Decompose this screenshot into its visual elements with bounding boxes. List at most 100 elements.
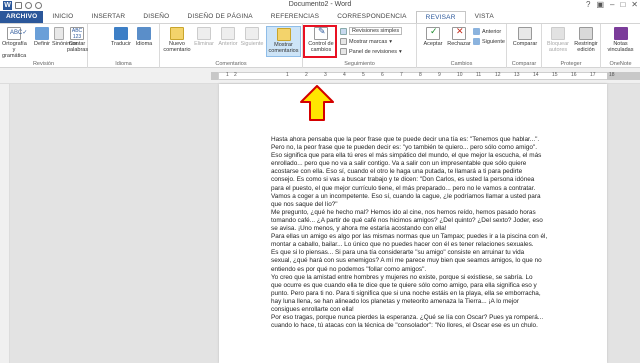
ruler-number: 7 xyxy=(400,72,403,78)
new-comment-icon xyxy=(170,27,184,40)
horizontal-ruler[interactable]: 1 2 1 2 3 4 5 6 7 8 9 10 11 12 13 14 15 … xyxy=(0,68,640,84)
document-line: Para ellas un amigo es algo por las mism… xyxy=(271,233,548,241)
delete-comment-icon xyxy=(197,27,211,40)
document-line: cuando lo hace, tú atacas con la técnica… xyxy=(271,322,538,330)
group-label-idioma: Idioma xyxy=(115,61,132,67)
document-area: Hasta ahora pensaba que la peor frase qu… xyxy=(0,84,640,363)
tab-vista[interactable]: VISTA xyxy=(466,11,503,23)
linked-notes-button[interactable]: Notas vinculadas xyxy=(604,27,637,53)
document-line: montar a caballo, bailar... Lo único que… xyxy=(271,241,534,249)
ruler-number: 2 xyxy=(305,72,308,78)
document-line: tomando café... ¿A partir de qué café no… xyxy=(271,216,543,224)
help-icon[interactable]: ? xyxy=(586,0,590,9)
new-comment-button[interactable]: Nuevo comentario xyxy=(163,27,191,53)
vertical-ruler[interactable] xyxy=(0,84,10,363)
ruler-bar xyxy=(218,72,608,80)
tab-correspondencia[interactable]: CORRESPONDENCIA xyxy=(328,11,415,23)
review-mode-select[interactable]: Revisiones simples xyxy=(349,27,403,35)
next-comment-icon xyxy=(245,27,259,40)
ruler-number: 2 xyxy=(234,72,237,78)
spelling-icon: ABC✓ xyxy=(7,27,27,40)
highlight-box xyxy=(303,25,337,58)
group-comentarios: Nuevo comentario Eliminar Anterior Sigui… xyxy=(160,24,303,68)
reject-icon: ✕ xyxy=(452,27,466,40)
reject-button[interactable]: ✕ Rechazar xyxy=(447,27,471,48)
translate-button[interactable]: Traducir xyxy=(110,27,132,47)
document-page[interactable]: Hasta ahora pensaba que la peor frase qu… xyxy=(219,84,607,363)
delete-comment-button[interactable]: Eliminar xyxy=(193,27,215,47)
document-line: Yo creo que la amistad entre hombres y m… xyxy=(271,273,533,281)
restrict-editing-button[interactable]: Restringir edición xyxy=(572,27,600,53)
tab-diseno-pagina[interactable]: DISEÑO DE PÁGINA xyxy=(178,11,261,23)
tab-revisar[interactable]: REVISAR xyxy=(415,11,466,23)
ribbon: ABC✓ Ortografía y gramática Definir Sinó… xyxy=(0,23,640,68)
group-label-comentarios: Comentarios xyxy=(215,61,247,67)
group-label-onenote: OneNote xyxy=(609,61,632,67)
reviewing-pane-button[interactable]: Panel de revisiones ▾ xyxy=(340,48,402,55)
group-cambios: ✓ Aceptar ✕ Rechazar Anterior Siguiente … xyxy=(417,24,507,68)
document-line: que ocurre es que cuando ella te dice qu… xyxy=(271,281,537,289)
group-label-comparar: Comparar xyxy=(511,61,537,67)
document-line: para el puesto, el que mejor currículo t… xyxy=(271,184,536,192)
group-revision: ABC✓ Ortografía y gramática Definir Sinó… xyxy=(0,24,88,68)
document-line: Hasta ahora pensaba que la peor frase qu… xyxy=(271,136,540,143)
spelling-button[interactable]: ABC✓ Ortografía y gramática xyxy=(2,27,27,59)
ruler-number: 1 xyxy=(226,72,229,78)
ribbon-options-icon[interactable]: ▣ xyxy=(596,0,604,9)
accept-button[interactable]: ✓ Aceptar xyxy=(421,27,445,48)
compare-button[interactable]: Comparar xyxy=(511,27,539,47)
next-comment-button[interactable]: Siguiente xyxy=(240,27,264,47)
tab-diseno[interactable]: DISEÑO xyxy=(134,11,178,23)
block-authors-icon xyxy=(551,27,565,40)
close-icon[interactable]: ✕ xyxy=(631,0,638,9)
title-bar: W Documento2 - Word ? ▣ – □ ✕ xyxy=(0,0,640,11)
compare-icon xyxy=(518,27,532,40)
ruler-number: 11 xyxy=(476,72,482,78)
block-authors-button[interactable]: Bloquear autores xyxy=(544,27,572,53)
ruler-number: 3 xyxy=(324,72,327,78)
next-change-icon xyxy=(473,38,480,45)
document-line: enrollado... pero que no va a salir cont… xyxy=(271,160,527,168)
tab-insertar[interactable]: INSERTAR xyxy=(82,11,134,23)
group-label-revision: Revisión xyxy=(32,61,55,67)
show-comments-button[interactable]: Mostrar comentarios xyxy=(266,26,301,57)
previous-comment-button[interactable]: Anterior xyxy=(217,27,239,47)
document-line: se avisa. ¡Uno menos, y ahora me estaría… xyxy=(271,225,447,233)
tab-inicio[interactable]: INICIO xyxy=(43,11,82,23)
document-body[interactable]: Hasta ahora pensaba que la peor frase qu… xyxy=(271,136,571,330)
document-line: Es que si lo piensas... Si para una tía … xyxy=(271,249,525,257)
show-markup-icon xyxy=(340,38,347,45)
define-button[interactable]: Definir xyxy=(33,27,51,47)
ruler-number: 13 xyxy=(514,72,520,78)
maximize-icon[interactable]: □ xyxy=(620,0,625,9)
next-change-button[interactable]: Siguiente xyxy=(473,38,505,45)
document-line: punto. Pero para ti no. Para ti signific… xyxy=(271,289,541,297)
tab-referencias[interactable]: REFERENCIAS xyxy=(262,11,328,23)
word-count-button[interactable]: ABC 123 Contar palabras xyxy=(67,27,88,53)
onenote-icon xyxy=(613,27,628,40)
document-line: sexual, ¿qué hará con sus enemigos? A mí… xyxy=(271,257,542,265)
group-proteger: Bloquear autores Restringir edición Prot… xyxy=(542,24,601,68)
group-onenote: Notas vinculadas OneNote xyxy=(601,24,640,68)
language-button[interactable]: Idioma xyxy=(133,27,155,47)
ruler-number: 17 xyxy=(590,72,596,78)
thesaurus-button[interactable]: Sinónimos xyxy=(52,27,78,47)
ruler-number: 9 xyxy=(438,72,441,78)
show-markup-button[interactable]: Mostrar marcas ▾ xyxy=(340,38,392,45)
ribbon-tabs: ARCHIVO INICIO INSERTAR DISEÑO DISEÑO DE… xyxy=(0,11,640,23)
ruler-number: 8 xyxy=(419,72,422,78)
ruler-number: 10 xyxy=(457,72,463,78)
ruler-number: 6 xyxy=(381,72,384,78)
word-count-icon: ABC 123 xyxy=(70,27,84,40)
window-controls: ? ▣ – □ ✕ xyxy=(586,0,638,9)
document-line: Me pregunto, ¿qué he hecho mal? Hemos id… xyxy=(271,208,536,216)
ruler-number: 1 xyxy=(286,72,289,78)
previous-change-button[interactable]: Anterior xyxy=(473,28,501,35)
document-line: Por eso tragas, porque nunca pierdes la … xyxy=(271,314,544,322)
ruler-number: 5 xyxy=(362,72,365,78)
book-icon xyxy=(35,27,49,40)
tab-archivo[interactable]: ARCHIVO xyxy=(0,11,44,23)
minimize-icon[interactable]: – xyxy=(610,0,614,9)
language-icon xyxy=(137,27,151,40)
display-for-review[interactable]: Revisiones simples xyxy=(340,27,403,35)
